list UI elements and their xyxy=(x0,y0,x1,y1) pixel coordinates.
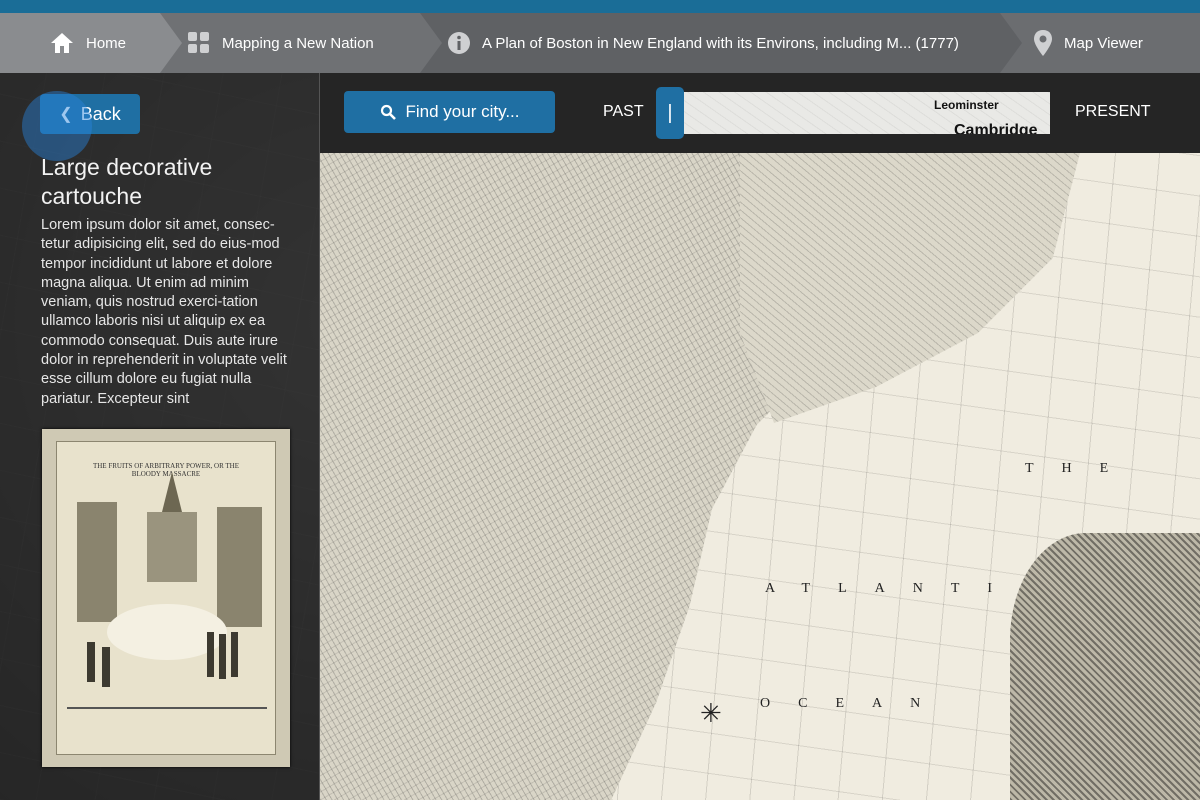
preview-place-leominster: Leominster xyxy=(934,98,999,112)
decorative-cartouche[interactable] xyxy=(1010,533,1200,800)
detail-title: Large decorative cartouche xyxy=(41,154,213,209)
breadcrumb-viewer-label: Map Viewer xyxy=(1064,34,1143,52)
breadcrumb-item[interactable]: A Plan of Boston in New England with its… xyxy=(420,13,1022,73)
grid-icon xyxy=(188,32,210,54)
historical-map[interactable]: THE ATLANTIC OCEAN ✳ xyxy=(320,153,1200,800)
info-icon xyxy=(448,32,470,54)
map-label-ocean: OCEAN xyxy=(760,696,949,711)
detail-panel: ❮ Back Large decorative cartouche Lorem … xyxy=(0,73,320,800)
time-slider-handle[interactable]: | xyxy=(656,87,684,139)
find-city-button[interactable]: Find your city... xyxy=(344,91,555,133)
map-label-atlantic: ATLANTIC xyxy=(765,581,1058,596)
detail-description: Lorem ipsum dolor sit amet, consec-tetur… xyxy=(41,217,287,407)
breadcrumb-home-label: Home xyxy=(86,34,127,52)
detail-image[interactable]: THE FRUITS OF ARBITRARY POWER, OR THE BL… xyxy=(42,429,290,767)
engraving-illustration xyxy=(67,472,267,709)
breadcrumb: Home Mapping a New Nation A Plan of Bost… xyxy=(0,13,1200,73)
time-slider-preview[interactable]: Leominster Cambridge xyxy=(684,92,1050,134)
engraving-image: THE FRUITS OF ARBITRARY POWER, OR THE BL… xyxy=(56,441,276,755)
search-icon xyxy=(380,104,396,120)
map-control-bar: Find your city... PAST Leominster Cambri… xyxy=(320,73,1200,153)
breadcrumb-item-label: A Plan of Boston in New England with its… xyxy=(482,34,959,52)
find-city-label: Find your city... xyxy=(405,102,520,121)
home-icon xyxy=(50,32,74,54)
preview-place-cambridge: Cambridge xyxy=(954,122,1038,134)
breadcrumb-viewer[interactable]: Map Viewer xyxy=(1000,13,1200,73)
map-viewer[interactable]: THE ATLANTIC OCEAN ✳ Find your city... P… xyxy=(320,73,1200,800)
map-landmass-north xyxy=(740,153,1080,423)
compass-rose-icon: ✳ xyxy=(700,698,722,728)
breadcrumb-collection-label: Mapping a New Nation xyxy=(222,34,374,52)
map-pin-icon xyxy=(1034,30,1052,56)
touch-indicator xyxy=(22,91,92,161)
breadcrumb-collection[interactable]: Mapping a New Nation xyxy=(160,13,442,73)
present-label: PRESENT xyxy=(1075,103,1151,120)
past-label: PAST xyxy=(603,103,644,120)
top-accent-bar xyxy=(0,0,1200,13)
map-label-the: THE xyxy=(1025,461,1137,476)
breadcrumb-home[interactable]: Home xyxy=(0,13,182,73)
